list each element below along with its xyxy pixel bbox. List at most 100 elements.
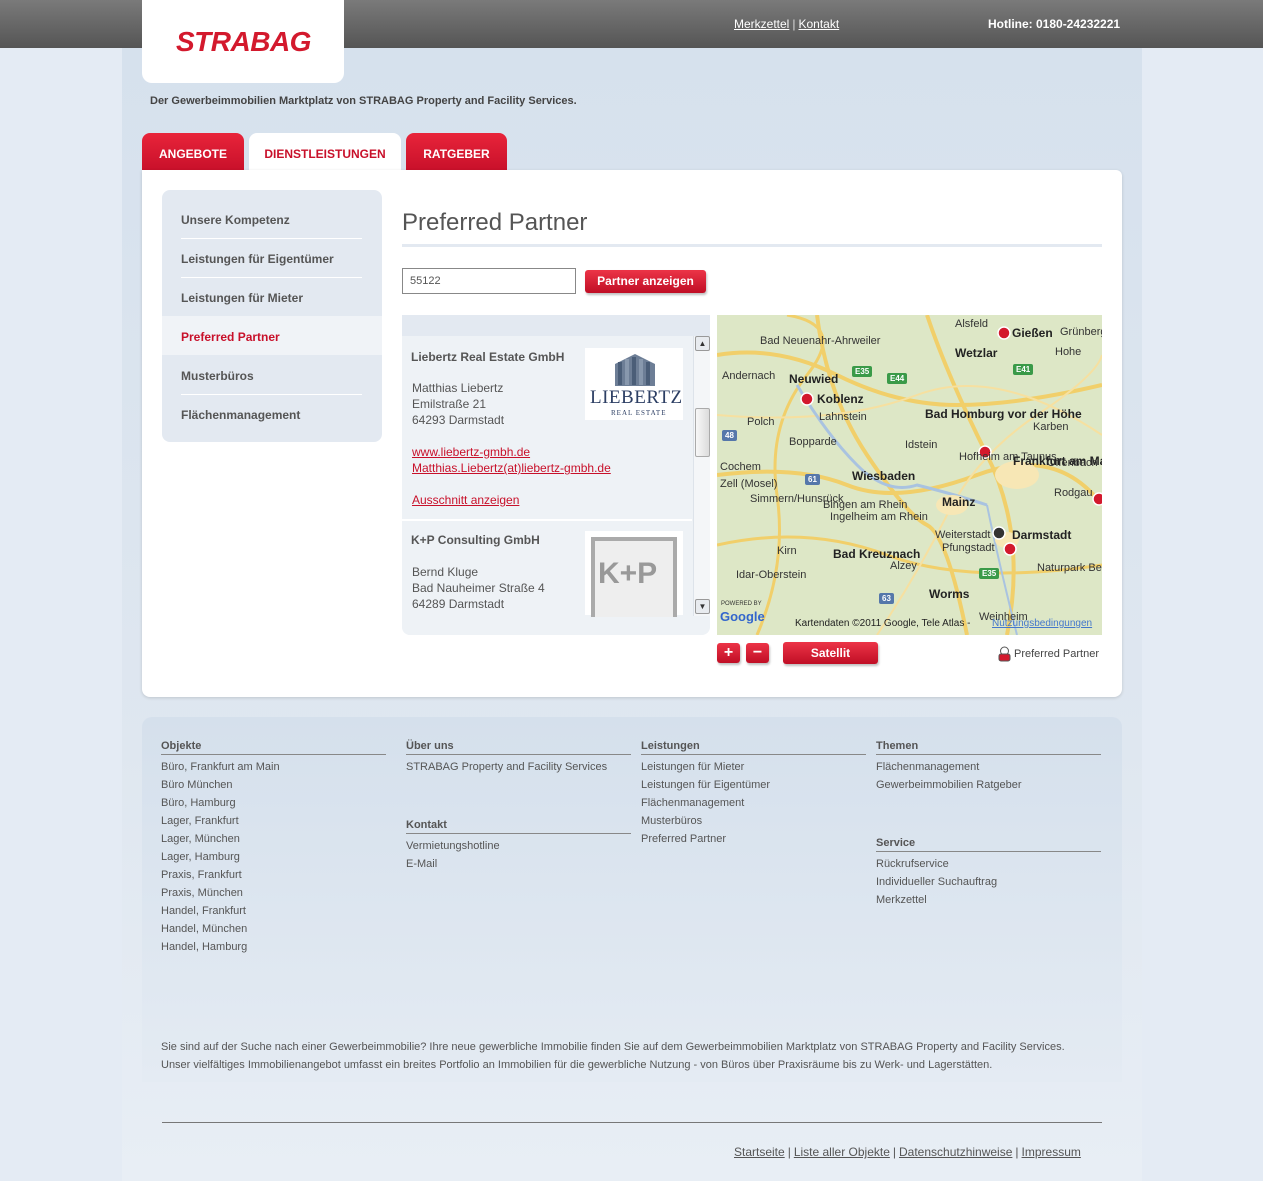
kp-logo: K+P (585, 531, 683, 617)
map-place-label: Gießen (1012, 326, 1053, 340)
strabag-logo[interactable]: STRABAG (176, 26, 311, 58)
show-on-map-link[interactable]: Ausschnitt anzeigen (412, 493, 519, 507)
partner-email-link[interactable]: Matthias.Liebertz(at)liebertz-gmbh.de (412, 461, 611, 475)
map-place-label: Karben (1033, 421, 1069, 433)
scroll-up-button[interactable]: ▲ (695, 336, 710, 351)
liste-objekte-link[interactable]: Liste aller Objekte (794, 1145, 890, 1159)
map-place-label: Neuwied (789, 372, 839, 386)
map-place-label: Grünberg (1060, 326, 1102, 338)
title-divider (402, 244, 1102, 247)
map-place-label: Rodgau (1054, 487, 1093, 499)
footer-link[interactable]: Preferred Partner (641, 833, 726, 845)
footer-heading: Kontakt (406, 819, 631, 834)
partner-anzeigen-button[interactable]: Partner anzeigen (585, 270, 706, 293)
sidebar-item-mieter[interactable]: Leistungen für Mieter (181, 278, 362, 317)
tab-angebote[interactable]: ANGEBOTE (142, 133, 244, 171)
road-e44: E44 (887, 373, 908, 384)
footer-link[interactable]: Praxis, Frankfurt (161, 869, 242, 881)
footer-link[interactable]: E-Mail (406, 858, 437, 870)
sidebar-item-musterbueros[interactable]: Musterbüros (181, 356, 362, 395)
footer-link[interactable]: Individueller Suchauftrag (876, 876, 997, 888)
map-place-label: Alzey (890, 560, 917, 572)
footer-heading: Objekte (161, 740, 386, 755)
footer-link[interactable]: Vermietungshotline (406, 840, 500, 852)
footer-link[interactable]: Flächenmanagement (641, 797, 744, 809)
partner-map[interactable]: Alsfeld Gießen Grünberg Bad Neuenahr-Ahrwei… (717, 315, 1102, 635)
sidebar-item-preferred-partner[interactable]: Preferred Partner (181, 317, 362, 356)
footer-link[interactable]: Gewerbeimmobilien Ratgeber (876, 779, 1022, 791)
tagline: Der Gewerbeimmobilien Marktplatz von STR… (150, 95, 577, 107)
partner-contact: Bernd Kluge (412, 565, 479, 579)
tab-dienstleistungen[interactable]: DIENSTLEISTUNGEN (249, 133, 401, 173)
footer-heading: Themen (876, 740, 1101, 755)
results-scrollbar[interactable]: ▲ ▼ (693, 336, 710, 616)
footer-link[interactable]: Flächenmanagement (876, 761, 979, 773)
footer-link[interactable]: Büro, Frankfurt am Main (161, 761, 280, 773)
map-place-label: Darmstadt (1012, 528, 1072, 542)
satellite-button[interactable]: Satellit (783, 642, 878, 664)
zip-input[interactable] (402, 268, 576, 294)
partner-name: K+P Consulting GmbH (411, 533, 540, 547)
partner-website-link[interactable]: www.liebertz-gmbh.de (412, 445, 530, 459)
list-item: K+P Consulting GmbH Bernd Kluge Bad Nauh… (402, 521, 692, 635)
footer-link[interactable]: Leistungen für Mieter (641, 761, 744, 773)
map-place-label: Wiesbaden (852, 469, 916, 483)
partner-name: Liebertz Real Estate GmbH (411, 350, 565, 364)
scroll-down-button[interactable]: ▼ (695, 599, 710, 614)
kontakt-link[interactable]: Kontakt (798, 17, 839, 31)
footer-link[interactable]: Handel, Hamburg (161, 941, 247, 953)
footer-link[interactable]: Leistungen für Eigentümer (641, 779, 770, 791)
impressum-link[interactable]: Impressum (1022, 1145, 1081, 1159)
footer-link[interactable]: STRABAG Property and Facility Services (406, 761, 607, 773)
startseite-link[interactable]: Startseite (734, 1145, 785, 1159)
bottom-links: Startseite | Liste aller Objekte | Datenschu… (734, 1145, 1081, 1159)
logo-container[interactable]: STRABAG (142, 0, 344, 83)
map-place-label: Bad Neuenahr-Ahrweiler (760, 335, 881, 347)
map-legend: Preferred Partner (998, 646, 1099, 662)
tab-ratgeber[interactable]: RATGEBER (406, 133, 507, 171)
footer-link[interactable]: Praxis, München (161, 887, 243, 899)
sidebar-nav: Unsere Kompetenz Leistungen für Eigentüm… (162, 190, 382, 442)
footer-link[interactable]: Büro München (161, 779, 233, 791)
datenschutz-link[interactable]: Datenschutzhinweise (899, 1145, 1012, 1159)
legend-label: Preferred Partner (1014, 647, 1099, 660)
sidebar-item-kompetenz[interactable]: Unsere Kompetenz (181, 200, 362, 239)
footer-link[interactable]: Handel, Frankfurt (161, 905, 246, 917)
footer-link[interactable]: Büro, Hamburg (161, 797, 236, 809)
map-terms-link[interactable]: Nutzungsbedingungen (992, 618, 1092, 629)
map-place-label: Idstein (905, 439, 938, 451)
map-place-label: Offenbach (1047, 457, 1098, 469)
footer-link[interactable]: Rückrufservice (876, 858, 949, 870)
seo-text: Sie sind auf der Suche nach einer Gewerb… (161, 1041, 1065, 1071)
road-61: 61 (805, 474, 820, 485)
footer-link[interactable]: Musterbüros (641, 815, 702, 827)
kp-logo-text: K+P (598, 557, 658, 590)
map-place-label: Bopparde (789, 436, 837, 448)
map-place-label: Zell (Mosel) (720, 478, 778, 490)
liebertz-logo-text: LIEBERTZ (590, 387, 683, 408)
map-place-label: Bad Kreuznach (833, 547, 921, 561)
footer-heading: Leistungen (641, 740, 866, 755)
footer-link[interactable]: Lager, München (161, 833, 240, 845)
map-place-label: Idar-Oberstein (736, 569, 807, 581)
map-place-label: Cochem (720, 461, 761, 473)
sidebar-item-flaechenmanagement[interactable]: Flächenmanagement (181, 395, 362, 434)
footer-link[interactable]: Handel, München (161, 923, 247, 935)
merkzettel-link[interactable]: Merkzettel (734, 17, 789, 31)
sidebar-item-eigentuemer[interactable]: Leistungen für Eigentümer (181, 239, 362, 278)
scrollbar-thumb[interactable] (695, 408, 710, 457)
footer-link[interactable]: Merkzettel (876, 894, 927, 906)
top-links: Merkzettel | Kontakt (734, 17, 840, 31)
zoom-in-button[interactable]: + (717, 643, 740, 663)
footer-link[interactable]: Lager, Hamburg (161, 851, 240, 863)
partner-marker-icon (998, 646, 1011, 662)
road-63: 63 (879, 593, 894, 604)
results-header (402, 315, 710, 336)
google-logo[interactable]: Google (720, 609, 765, 624)
zoom-out-button[interactable]: − (746, 643, 769, 663)
footer-heading: Über uns (406, 740, 631, 755)
footer-link[interactable]: Lager, Frankfurt (161, 815, 239, 827)
map-copyright: Kartendaten ©2011 Google, Tele Atlas - (795, 618, 971, 629)
partner-city: 64289 Darmstadt (412, 597, 505, 611)
map-place-label: Mainz (942, 495, 976, 509)
